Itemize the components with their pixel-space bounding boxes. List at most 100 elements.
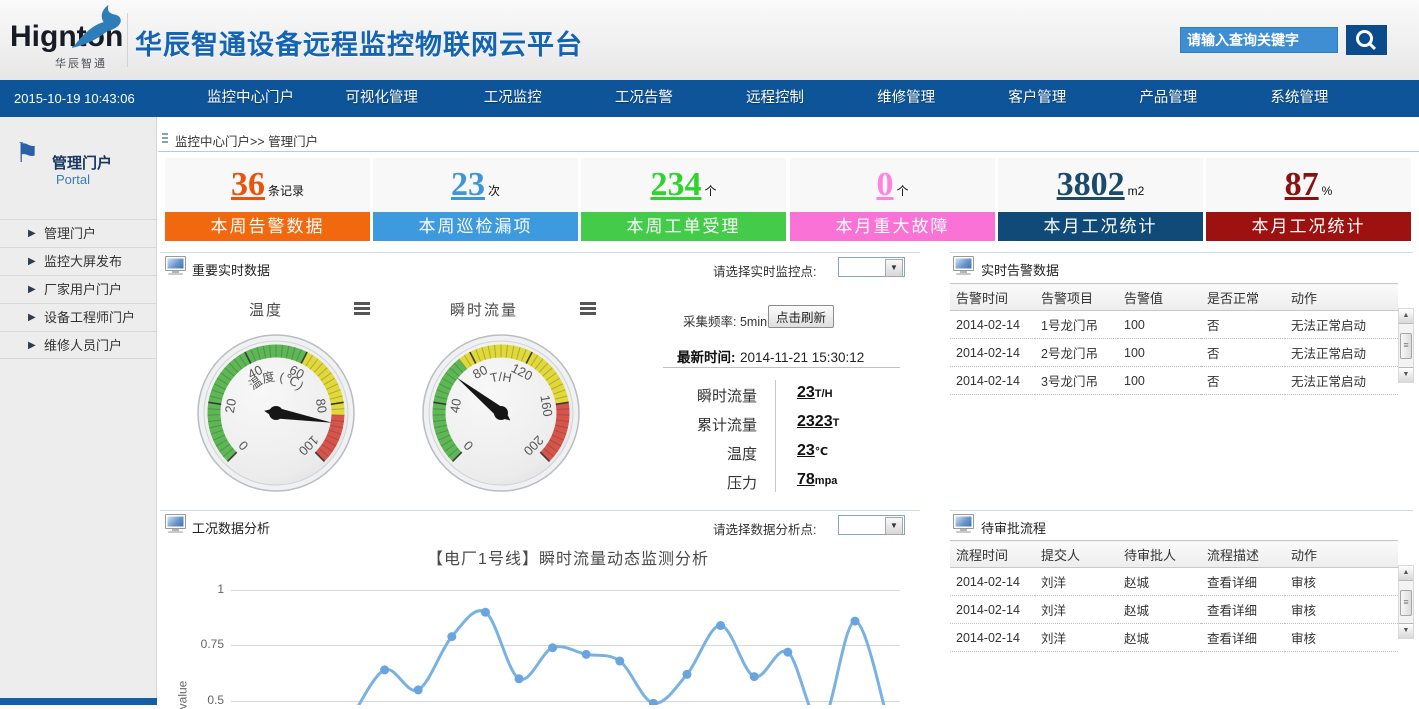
sidebar-item-big-screen[interactable]: ▶ 监控大屏发布 xyxy=(0,247,157,275)
monitor-point-select[interactable]: ▼ xyxy=(838,257,905,277)
stat-card-label: 本周告警数据 xyxy=(165,212,370,241)
nav-item-customer[interactable]: 客户管理 xyxy=(972,80,1103,117)
stat-value-link[interactable]: 3802 xyxy=(1057,166,1125,203)
stat-card-monthly-condition-area[interactable]: 3802m2 本月工况统计 xyxy=(998,158,1203,241)
sidebar-bottom-strip xyxy=(0,698,157,705)
nav-item-visualization[interactable]: 可视化管理 xyxy=(316,80,447,117)
scroll-down-icon[interactable]: ▼ xyxy=(1399,367,1413,382)
scroll-up-icon[interactable]: ▲ xyxy=(1399,566,1413,581)
alarm-section-title: 实时告警数据 xyxy=(981,260,1059,279)
alarm-table-header: 告警时间 告警项目 告警值 是否正常 动作 xyxy=(950,284,1398,311)
latest-time-value: 2014-11-21 15:30:12 xyxy=(740,350,864,365)
flag-icon: ⚑ xyxy=(15,140,39,167)
scroll-down-icon[interactable]: ▼ xyxy=(1399,623,1413,638)
logo-divider xyxy=(127,13,128,67)
scroll-thumb[interactable]: ≡ xyxy=(1400,590,1412,616)
view-detail-link[interactable]: 查看详细 xyxy=(1201,624,1285,652)
table-row: 2014-02-141号龙门吊 100否 无法正常启动 xyxy=(950,311,1398,339)
nav-item-condition-monitor[interactable]: 工况监控 xyxy=(447,80,578,117)
scroll-up-icon[interactable]: ▲ xyxy=(1399,309,1413,324)
col-flow-time: 流程时间 xyxy=(950,541,1035,568)
stat-card-weekly-inspection[interactable]: 23次 本周巡检漏项 xyxy=(373,158,578,241)
gauge1-title: 温度 xyxy=(249,299,283,320)
nav-item-system[interactable]: 系统管理 xyxy=(1234,80,1365,117)
deer-logo-icon xyxy=(68,2,126,50)
section-divider xyxy=(950,510,1413,511)
flow-gauge: 04080120160200T/H xyxy=(421,333,581,493)
monitor-icon xyxy=(165,256,187,275)
nav-item-maintenance[interactable]: 维修管理 xyxy=(841,80,972,117)
table-row: 2014-02-143号龙门吊 100否 无法正常启动 xyxy=(950,367,1398,395)
nav-item-remote-control[interactable]: 远程控制 xyxy=(709,80,840,117)
portal-title: 管理门户 xyxy=(52,152,112,173)
stat-card-weekly-alarms[interactable]: 36条记录 本周告警数据 xyxy=(165,158,370,241)
search-input[interactable] xyxy=(1180,27,1338,53)
reading-value: 23℃ xyxy=(797,442,828,460)
view-detail-link[interactable]: 查看详细 xyxy=(1201,596,1285,624)
svg-text:40: 40 xyxy=(447,397,464,414)
audit-link[interactable]: 审核 xyxy=(1285,624,1398,652)
svg-text:T/H: T/H xyxy=(489,370,513,385)
stat-card-weekly-workorders[interactable]: 234个 本周工单受理 xyxy=(581,158,786,241)
approval-table: 流程时间 提交人 待审批人 流程描述 动作 2014-02-14刘洋 赵城查看详… xyxy=(950,540,1398,652)
y-axis-tick: 0.75 xyxy=(190,637,224,651)
chevron-right-icon: ▶ xyxy=(28,332,36,360)
gauge2-menu-icon[interactable] xyxy=(580,302,596,317)
stat-card-label: 本周工单受理 xyxy=(581,212,786,241)
reading-unit: mpa xyxy=(815,475,838,487)
stat-value-link[interactable]: 87 xyxy=(1285,166,1319,203)
section-divider xyxy=(160,510,920,511)
alarm-table-scrollbar[interactable]: ▲ ≡ ▼ xyxy=(1398,308,1414,383)
col-submitter: 提交人 xyxy=(1035,541,1118,568)
chevron-right-icon: ▶ xyxy=(28,248,36,276)
audit-link[interactable]: 审核 xyxy=(1285,568,1398,596)
svg-text:20: 20 xyxy=(222,397,239,414)
readings-divider xyxy=(775,380,776,492)
flow-line-chart xyxy=(230,560,906,705)
sidebar-item-vendor-portal[interactable]: ▶ 厂家用户门户 xyxy=(0,275,157,303)
section-divider xyxy=(160,252,920,253)
stat-card-monthly-condition-pct[interactable]: 87% 本月工况统计 xyxy=(1206,158,1411,241)
temperature-gauge: 020406080100温度 (℃) xyxy=(196,333,356,493)
col-alarm-action: 动作 xyxy=(1285,284,1398,311)
search-button[interactable] xyxy=(1346,25,1387,55)
stat-value-link[interactable]: 36 xyxy=(231,166,265,203)
stat-value-link[interactable]: 234 xyxy=(650,166,701,203)
sidebar-item-repairer-portal[interactable]: ▶ 维修人员门户 xyxy=(0,331,157,359)
breadcrumb: 监控中心门户>> 管理门户 xyxy=(175,131,318,150)
refresh-button[interactable]: 点击刷新 xyxy=(768,305,834,328)
sidebar-item-label: 监控大屏发布 xyxy=(44,254,122,269)
audit-link[interactable]: 审核 xyxy=(1285,596,1398,624)
reading-number: 2323 xyxy=(797,413,833,430)
nav-item-condition-alarm[interactable]: 工况告警 xyxy=(578,80,709,117)
view-detail-link[interactable]: 查看详细 xyxy=(1201,568,1285,596)
stat-unit: 个 xyxy=(896,184,908,198)
sidebar-item-label: 厂家用户门户 xyxy=(44,282,122,297)
realtime-section-title: 重要实时数据 xyxy=(192,260,270,279)
sidebar-item-admin-portal[interactable]: ▶ 管理门户 xyxy=(0,219,157,247)
table-row: 2014-02-14刘洋 赵城查看详细 审核 xyxy=(950,624,1398,652)
col-flow-desc: 流程描述 xyxy=(1201,541,1285,568)
monitor-icon xyxy=(953,256,975,275)
nav-item-product[interactable]: 产品管理 xyxy=(1103,80,1234,117)
collect-frequency-text: 采集频率: xyxy=(683,315,736,329)
col-flow-action: 动作 xyxy=(1285,541,1398,568)
analysis-point-label: 请选择数据分析点: xyxy=(713,519,816,538)
main-nav: 2015-10-19 10:43:06 监控中心门户 可视化管理 工况监控 工况… xyxy=(0,80,1419,117)
analysis-section-title: 工况数据分析 xyxy=(192,518,270,537)
gauge1-menu-icon[interactable] xyxy=(354,302,370,317)
section-divider xyxy=(950,252,1413,253)
reading-label: 温度 xyxy=(660,443,757,464)
stat-value-link[interactable]: 23 xyxy=(451,166,485,203)
stat-unit: 条记录 xyxy=(268,184,304,198)
scroll-thumb[interactable]: ≡ xyxy=(1400,333,1412,359)
breadcrumb-divider xyxy=(158,151,1419,152)
approval-table-scrollbar[interactable]: ▲ ≡ ▼ xyxy=(1398,565,1414,639)
stat-card-monthly-faults[interactable]: 0个 本月重大故障 xyxy=(790,158,995,241)
stat-value-link[interactable]: 0 xyxy=(876,166,893,203)
nav-item-monitor-center[interactable]: 监控中心门户 xyxy=(185,80,316,117)
monitor-icon xyxy=(165,514,187,533)
sidebar-item-engineer-portal[interactable]: ▶ 设备工程师门户 xyxy=(0,303,157,331)
analysis-point-select[interactable]: ▼ xyxy=(838,515,905,535)
sidebar-item-label: 维修人员门户 xyxy=(44,338,122,353)
